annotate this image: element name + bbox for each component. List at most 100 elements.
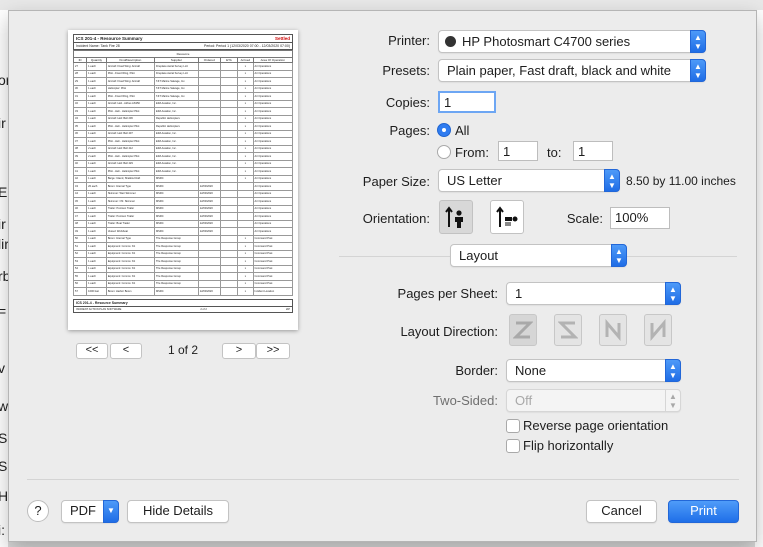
help-button[interactable]: ? xyxy=(27,500,49,522)
flip-horizontally-checkbox[interactable] xyxy=(506,439,520,453)
preview-cell: 12/03/2020 xyxy=(197,204,221,213)
layout-reverse-n-icon xyxy=(650,319,666,341)
pdf-label: PDF xyxy=(70,503,96,518)
preview-cell: 1 each xyxy=(86,212,107,221)
preview-cell: x xyxy=(237,107,254,116)
preview-cell: Republic Helicopters xyxy=(154,114,199,123)
copies-value: 1 xyxy=(444,95,452,110)
preview-cell: 1 each xyxy=(86,129,107,138)
border-popup[interactable]: None ▲ ▼ xyxy=(506,359,681,382)
preview-header: ICS 201-4 - Resource Summary Settled xyxy=(73,34,293,43)
preview-cell xyxy=(219,242,239,251)
print-button[interactable]: Print xyxy=(668,500,739,523)
background-fragment: = xyxy=(0,303,7,319)
pages-range-radio[interactable] xyxy=(437,145,451,159)
preview-cell xyxy=(237,197,254,206)
print-preview-page: ICS 201-4 - Resource Summary Settled Incid… xyxy=(68,30,298,330)
preview-cell: MSRC xyxy=(154,227,199,236)
background-fragment: w xyxy=(0,398,9,414)
preview-cell xyxy=(197,264,221,273)
preview-cell: 1 each xyxy=(86,264,107,273)
pages-to-field[interactable]: 1 xyxy=(573,141,613,161)
orientation-landscape-button[interactable] xyxy=(490,200,524,234)
previous-page-button[interactable]: < xyxy=(110,343,142,359)
layout-direction-n-button[interactable] xyxy=(599,314,627,346)
preview-cell xyxy=(219,272,239,281)
preview-cell: Air Operations xyxy=(252,129,294,138)
preview-cell: Air Operations xyxy=(252,167,294,176)
preview-cell: x xyxy=(237,167,254,176)
scale-value: 100% xyxy=(615,210,649,225)
preview-cell: Air Operations xyxy=(252,114,294,123)
preview-cell: Pilot - Fixed Wing, Pilot xyxy=(105,92,156,101)
presets-popup[interactable]: Plain paper, Fast draft, black and white… xyxy=(438,59,706,82)
preview-cell xyxy=(197,122,221,131)
preview-cell xyxy=(219,84,239,93)
preview-table-row: 53 1 each Equipment: Comms: Kit The Respons… xyxy=(72,257,294,266)
pages-per-sheet-popup[interactable]: 1 ▲ ▼ xyxy=(506,282,681,305)
copies-field[interactable]: 1 xyxy=(438,91,496,113)
preview-cell: The Response Group xyxy=(154,264,199,273)
pdf-menu-button[interactable]: PDF ▼ xyxy=(61,500,119,523)
preview-cell: Air Operations xyxy=(252,144,294,153)
preview-cell xyxy=(237,227,254,236)
preview-cell: Fireplace Aerial Survey LLC xyxy=(154,69,199,78)
preview-cell: 12/03/2020 xyxy=(197,212,221,221)
scale-field[interactable]: 100% xyxy=(610,207,670,229)
pages-all-radio[interactable] xyxy=(437,123,451,137)
layout-direction-reverse-n-button[interactable] xyxy=(644,314,672,346)
preview-cell xyxy=(219,129,239,138)
preview-cell xyxy=(197,279,221,288)
preview-cell xyxy=(219,189,239,198)
preview-cell: Equipment: Comms: Kit xyxy=(105,272,156,281)
paper-size-popup[interactable]: US Letter ▲ ▼ xyxy=(438,169,620,192)
background-fragment: E xyxy=(0,184,8,200)
preview-period: Period: Period 1 (12/03/2020 07:00 - 12/… xyxy=(203,44,290,48)
preview-cell: x xyxy=(237,272,254,281)
layout-direction-z-button[interactable] xyxy=(509,314,537,346)
preview-cell: x xyxy=(237,122,254,131)
preview-cell: 12/03/2020 xyxy=(197,197,221,206)
preview-cell: Barge: Inland, Shallow Draft xyxy=(105,174,156,183)
cancel-button[interactable]: Cancel xyxy=(586,500,657,523)
two-sided-popup[interactable]: Off ▲ ▼ xyxy=(506,389,681,412)
preview-cell xyxy=(219,287,239,296)
section-popup[interactable]: Layout ▲ ▼ xyxy=(450,244,627,267)
preview-cell: 1 each xyxy=(86,122,107,131)
preview-cell xyxy=(197,77,221,86)
pages-from-field[interactable]: 1 xyxy=(498,141,538,161)
preview-cell: x xyxy=(237,114,254,123)
preview-cell xyxy=(219,279,239,288)
hide-details-button[interactable]: Hide Details xyxy=(127,500,229,523)
preview-cell: Incident Location xyxy=(252,287,294,296)
layout-direction-reverse-z-button[interactable] xyxy=(554,314,582,346)
preview-cell: x xyxy=(237,129,254,138)
preview-cell: ERA Aviation, Inc. xyxy=(154,99,199,108)
preview-table-row: 46 1 each Trailer: Pontoon Trailer MSRC 12/0… xyxy=(72,204,294,213)
preview-cell xyxy=(237,212,254,221)
preview-cell: Air Operations xyxy=(252,227,294,236)
preview-group-header: Resource xyxy=(73,50,293,58)
preview-table-row: 42 1 each Barge: Inland, Shallow Draft MSRC… xyxy=(72,174,294,183)
last-page-button[interactable]: >> xyxy=(256,343,290,359)
preview-cell xyxy=(219,114,239,123)
preview-cell xyxy=(219,167,239,176)
preview-cell: 1 each xyxy=(86,227,107,236)
preview-table-row: 49 1 each Vessel: Workboat MSRC 12/03/2020 Ai… xyxy=(72,227,294,236)
orientation-portrait-button[interactable] xyxy=(439,200,473,234)
preview-cell xyxy=(197,234,221,243)
preview-cell: Fireplace Aerial Survey LLC xyxy=(154,62,199,71)
printer-popup[interactable]: HP Photosmart C4700 series ▲ ▼ xyxy=(438,30,706,53)
reverse-orientation-checkbox[interactable] xyxy=(506,419,520,433)
next-page-button[interactable]: > xyxy=(222,343,256,359)
preview-cell: The Response Group xyxy=(154,272,199,281)
preview-cell: x xyxy=(237,62,254,71)
preview-cell: 55 xyxy=(72,272,88,281)
preview-cell xyxy=(219,204,239,213)
preview-cell: 34 xyxy=(72,114,88,123)
first-page-button[interactable]: << xyxy=(76,343,108,359)
pages-from-value: 1 xyxy=(503,144,511,159)
border-label: Border: xyxy=(455,363,498,378)
preview-cell: x xyxy=(237,264,254,273)
preview-cell: Equipment: Comms: Kit xyxy=(105,242,156,251)
